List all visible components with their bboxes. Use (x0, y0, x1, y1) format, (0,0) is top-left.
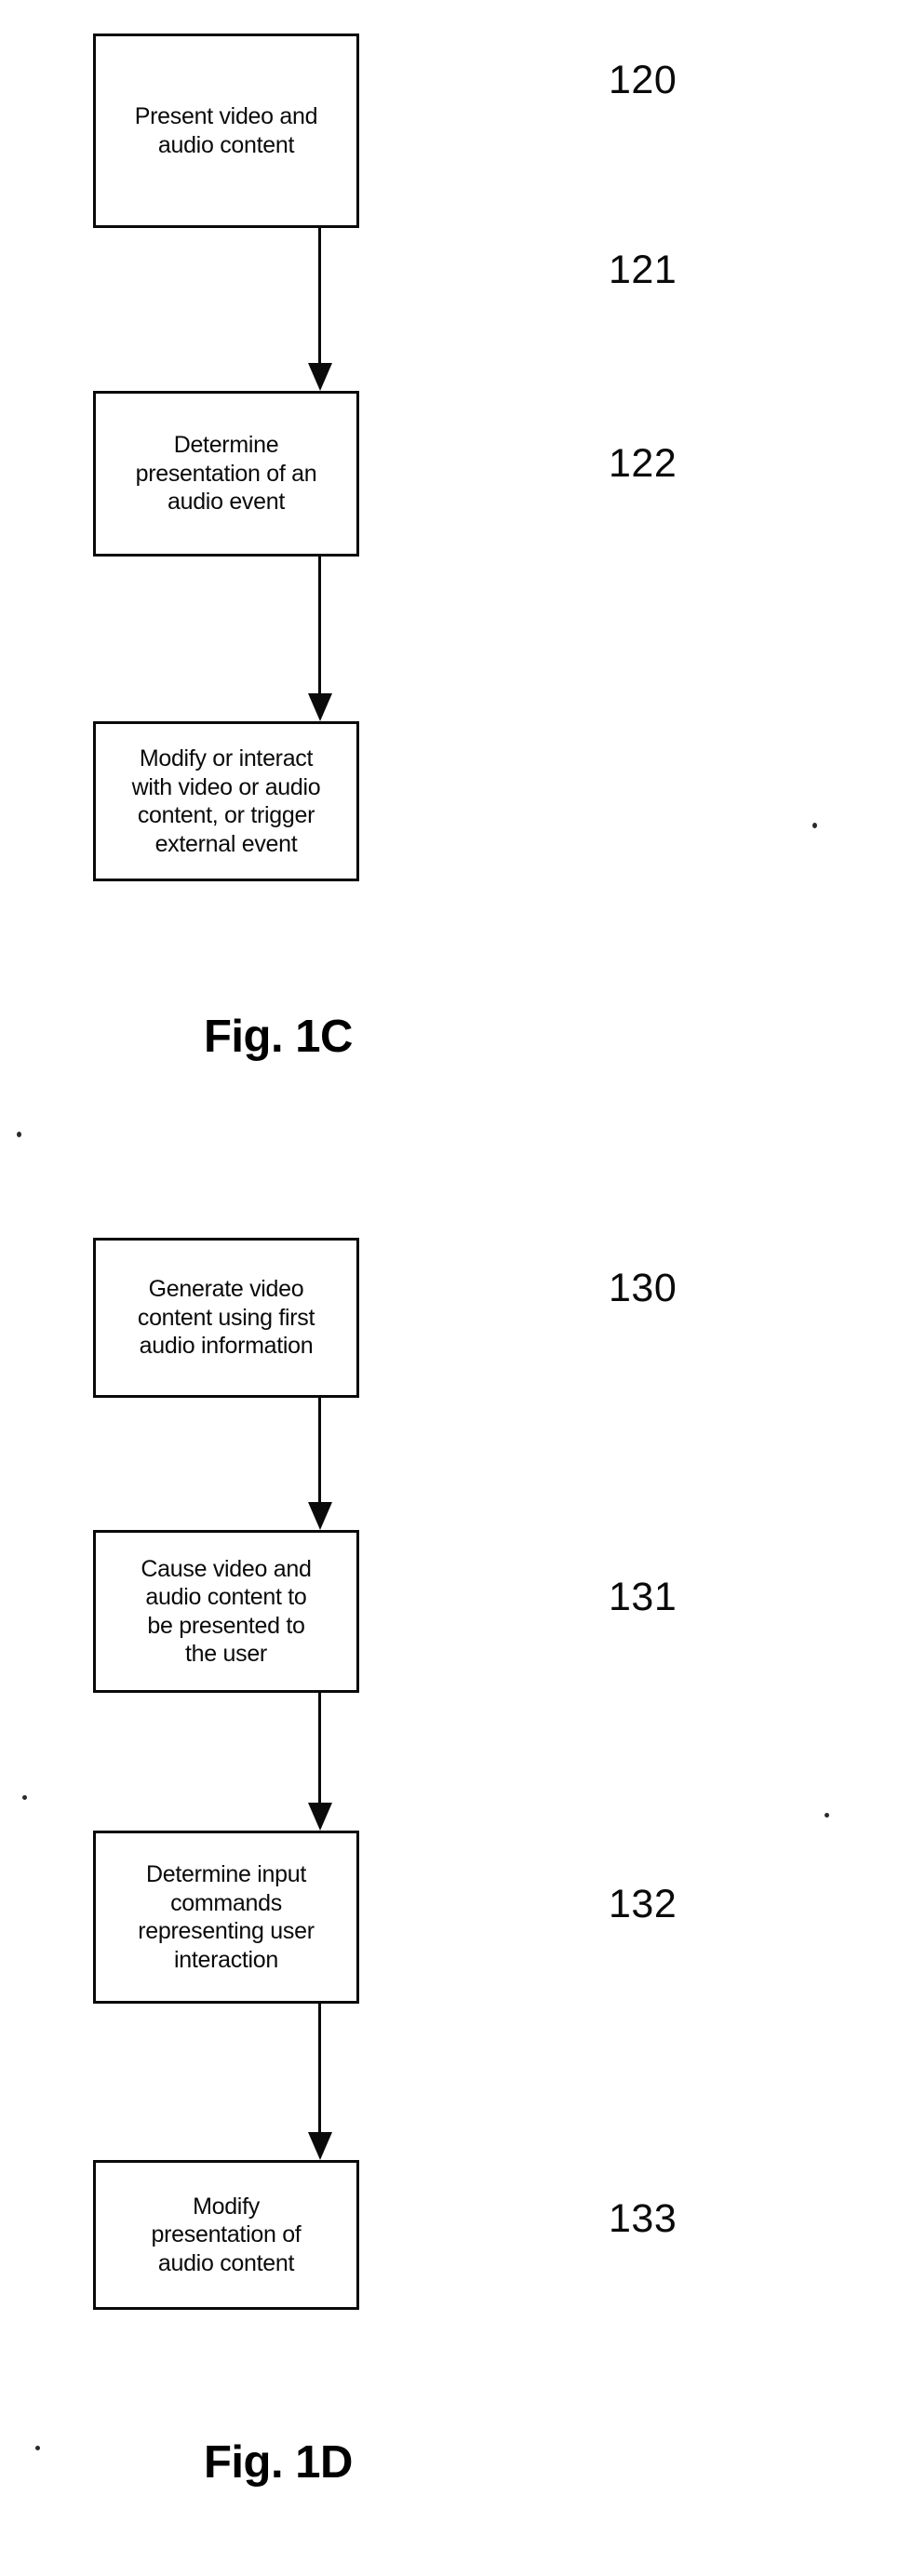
reference-numeral-133: 133 (609, 2196, 677, 2241)
flow-step-label-120: Present video and audio content (134, 103, 318, 158)
reference-numeral-131: 131 (609, 1575, 677, 1619)
scan-artifact-dot (825, 1813, 829, 1818)
flow-step-box-130: Generate video content using first audio… (93, 1238, 359, 1398)
arrowhead-icon (308, 1803, 332, 1831)
flow-step-box-131: Cause video and audio content to be pres… (93, 1530, 359, 1693)
figure-caption-1d: Fig. 1D (204, 2437, 353, 2488)
connector-arrow-120-to-121 (306, 228, 334, 391)
scan-artifact-dot (22, 1795, 27, 1800)
flow-step-box-120: Present video and audio content (93, 34, 359, 228)
arrowhead-icon (308, 2132, 332, 2160)
patent-drawing-sheet: Present video and audio content 120 Dete… (0, 0, 912, 2576)
reference-numeral-120: 120 (609, 58, 677, 102)
connector-shaft (318, 557, 321, 693)
flow-step-label-122: Modify or interact with video or audio c… (131, 745, 321, 857)
arrowhead-icon (308, 363, 332, 391)
reference-numeral-121: 121 (609, 248, 677, 292)
connector-arrow-131-to-132 (306, 1693, 334, 1831)
flow-step-box-121: Determine presentation of an audio event (93, 391, 359, 557)
scan-artifact-dot (812, 823, 817, 828)
flow-step-box-132: Determine input commands representing us… (93, 1831, 359, 2004)
connector-arrow-132-to-133 (306, 2004, 334, 2160)
arrowhead-icon (308, 693, 332, 721)
reference-numeral-122: 122 (609, 441, 677, 486)
reference-numeral-132: 132 (609, 1882, 677, 1926)
flow-step-label-132: Determine input commands representing us… (138, 1861, 315, 1973)
connector-shaft (318, 2004, 321, 2132)
connector-shaft (318, 1693, 321, 1803)
connector-shaft (318, 1398, 321, 1502)
connector-arrow-130-to-131 (306, 1398, 334, 1530)
flow-step-label-130: Generate video content using first audio… (137, 1276, 315, 1360)
flow-step-label-133: Modify presentation of audio content (151, 2193, 302, 2276)
connector-arrow-121-to-122 (306, 557, 334, 721)
flow-step-label-131: Cause video and audio content to be pres… (141, 1555, 312, 1668)
scan-artifact-dot (35, 2446, 40, 2450)
arrowhead-icon (308, 1502, 332, 1530)
reference-numeral-130: 130 (609, 1266, 677, 1310)
flow-step-box-133: Modify presentation of audio content (93, 2160, 359, 2310)
figure-caption-1c: Fig. 1C (204, 1012, 353, 1062)
flow-step-box-122: Modify or interact with video or audio c… (93, 721, 359, 881)
connector-shaft (318, 228, 321, 363)
scan-artifact-dot (17, 1132, 21, 1137)
flow-step-label-121: Determine presentation of an audio event (135, 432, 317, 516)
